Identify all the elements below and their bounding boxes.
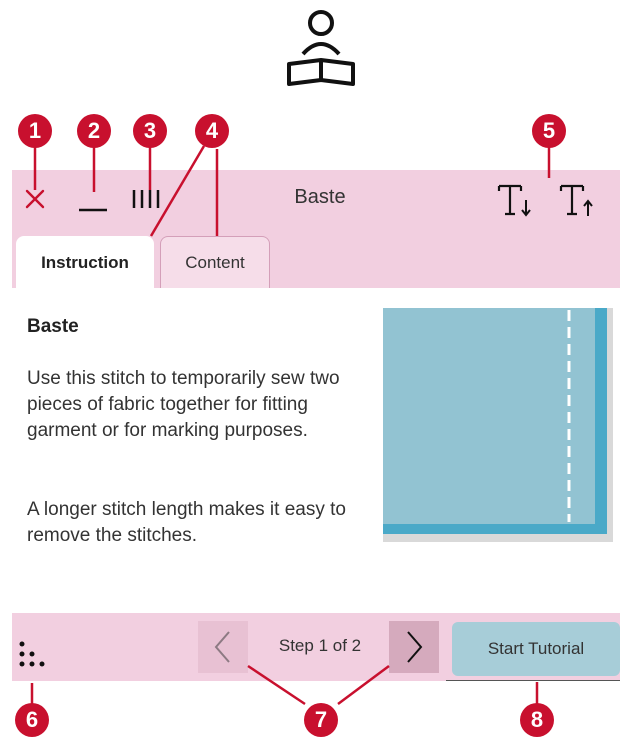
page-title: Baste: [294, 186, 346, 208]
chevron-right-icon: [407, 631, 423, 663]
reader-icon: [287, 10, 355, 86]
start-button-underline: [446, 680, 620, 681]
previous-step-button[interactable]: [198, 621, 248, 673]
text-size-decrease-icon[interactable]: [496, 180, 532, 220]
stitch-lines-icon[interactable]: [128, 186, 168, 212]
instruction-paragraph: Use this stitch to temporarily sew two p…: [27, 368, 340, 441]
minimize-icon[interactable]: [78, 206, 108, 214]
callout-badge-1: 1: [18, 114, 52, 148]
callout-badge-2: 2: [77, 114, 111, 148]
chevron-left-icon: [214, 631, 230, 663]
next-step-button[interactable]: [389, 621, 439, 673]
tab-content[interactable]: Content: [160, 236, 270, 288]
callout-badge-3: 3: [133, 114, 167, 148]
instruction-paragraph: A longer stitch length makes it easy to …: [27, 499, 346, 546]
callout-badge-7: 7: [304, 703, 338, 737]
content-title: Baste: [27, 316, 79, 337]
step-indicator: Step 1 of 2: [278, 636, 362, 655]
fabric-illustration: [383, 308, 613, 542]
callout-badge-8: 8: [520, 703, 554, 737]
callout-badge-4: 4: [195, 114, 229, 148]
tab-instruction[interactable]: Instruction: [16, 236, 154, 290]
callout-badge-5: 5: [532, 114, 566, 148]
text-size-increase-icon[interactable]: [558, 180, 594, 220]
menu-dots-icon[interactable]: [18, 640, 54, 674]
close-icon[interactable]: [24, 188, 46, 210]
callout-badge-6: 6: [15, 703, 49, 737]
start-tutorial-button[interactable]: Start Tutorial: [452, 622, 620, 676]
